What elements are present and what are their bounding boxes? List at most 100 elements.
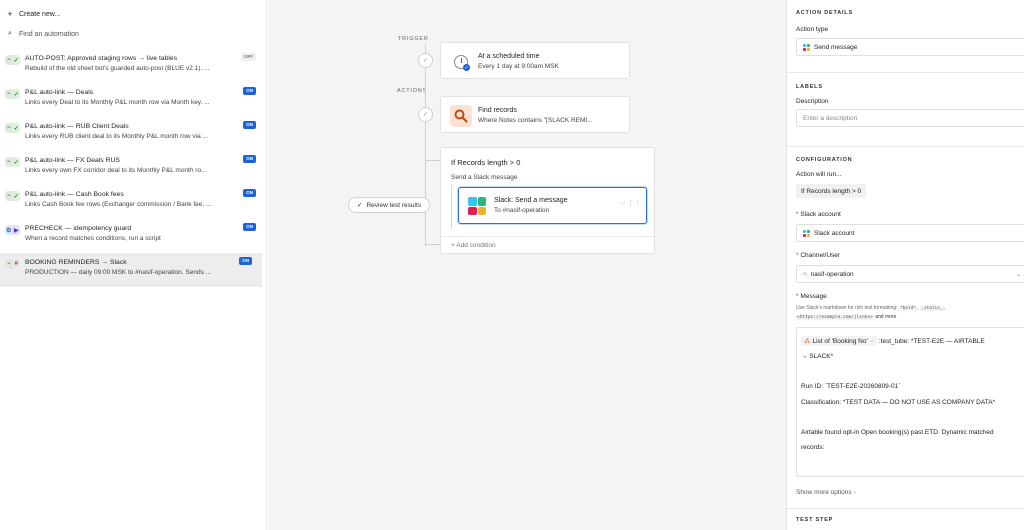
drag-handle-icon[interactable]: ⋮⋮: [627, 199, 641, 207]
find-records-title: Find records: [478, 107, 517, 114]
channel-select[interactable]: ⌂ nasif-operation ⌄: [796, 265, 1024, 283]
action-type-select[interactable]: Send message: [796, 38, 1024, 56]
wrench-icon: ⚙: [5, 225, 13, 235]
message-line: Run ID: `TEST-E2E-20260809-01`: [801, 383, 901, 390]
minus-icon: −: [5, 191, 13, 201]
search-icon: [450, 105, 472, 127]
minus-icon: −: [5, 157, 13, 167]
minus-icon: −: [5, 259, 13, 269]
action-will-run-label: Action will run...: [796, 171, 842, 178]
message-line: Classification: *TEST DATA — DO NOT USE …: [801, 399, 996, 406]
message-editor[interactable]: ⁂ List of 'Booking No' ⌄ :test_tube: *TE…: [796, 327, 1024, 477]
plus-icon: +: [7, 9, 13, 19]
automation-item[interactable]: − ✓ P&L auto-link — Deals Links every De…: [0, 83, 266, 117]
automation-icons: − #: [5, 259, 20, 269]
find-records-card[interactable]: Find records Where Notes contains "[SLAC…: [440, 96, 630, 133]
create-new-label: Create new...: [19, 10, 61, 18]
condition-branch-line: [451, 185, 452, 229]
check-badge-icon: ✓: [463, 64, 470, 71]
slack-icon: [803, 229, 810, 237]
automation-title: P&L auto-link — FX Deals RUS: [25, 157, 120, 164]
check-icon: ✓: [12, 89, 20, 99]
channel-label: * Channel/User: [796, 252, 841, 259]
clock-icon: ✓: [450, 51, 472, 73]
check-icon: ✓: [12, 191, 20, 201]
find-records-subtitle: Where Notes contains "[SLACK REMI...: [478, 117, 593, 124]
automation-title: PRECHECK — idempotency guard: [25, 225, 132, 232]
minus-icon: −: [5, 55, 13, 65]
divider: [787, 146, 1024, 147]
automation-subtitle: PRODUCTION — daily 09:00 MSK to #nasif-o…: [25, 269, 212, 276]
flow-connector-branch: [425, 160, 440, 161]
message-line: Airtable found opt-in Open booking(s) pa…: [801, 429, 994, 436]
check-icon: ✓: [12, 123, 20, 133]
check-icon: ✓: [12, 55, 20, 65]
automation-subtitle: Links every RUB client deal to its Month…: [25, 133, 208, 140]
run-condition-chip[interactable]: If Records length > 0: [796, 184, 867, 198]
test-step-heading: TEST STEP: [796, 517, 834, 523]
slack-account-value: Slack account: [814, 229, 855, 237]
field-token[interactable]: ⁂ List of 'Booking No' ⌄: [801, 336, 877, 346]
automation-icons: − ✓: [5, 123, 20, 133]
automation-item[interactable]: − ✓ P&L auto-link — FX Deals RUS Links e…: [0, 151, 266, 185]
search-input[interactable]: Find an automation: [19, 31, 79, 38]
trigger-title: At a scheduled time: [478, 53, 540, 60]
automation-subtitle: Links Cash Book fee rows (Exchanger comm…: [25, 201, 212, 208]
automation-icons: − ✓: [5, 55, 20, 65]
actions-section-label: ACTIONS: [397, 88, 428, 94]
more-options-icon[interactable]: ···: [619, 200, 626, 207]
message-line: → SLACK*: [801, 353, 834, 360]
automation-subtitle: Links every own FX corridor deal to its …: [25, 167, 207, 174]
action-type-value: Send message: [814, 43, 858, 51]
slack-action-card[interactable]: Slack: Send a message To #nasif-operatio…: [458, 187, 647, 224]
create-new-button[interactable]: + Create new...: [0, 4, 266, 24]
slack-icon: #: [12, 259, 20, 269]
message-line: records:: [801, 444, 825, 451]
chevron-down-icon: ⌄: [869, 338, 874, 344]
automation-title: P&L auto-link — RUB Client Deals: [25, 123, 129, 130]
automation-item[interactable]: ⚙ ▶ PRECHECK — idempotency guard When a …: [0, 219, 266, 253]
trigger-subtitle: Every 1 day at 9:00am MSK: [478, 63, 559, 70]
review-test-results-button[interactable]: ✓ Review test results: [348, 197, 430, 213]
message-label: * Message: [796, 293, 827, 300]
automation-item[interactable]: − ✓ P&L auto-link — Cash Book fees Links…: [0, 185, 266, 219]
condition-title: If Records length > 0: [451, 158, 521, 167]
automation-icons: ⚙ ▶: [5, 225, 20, 235]
automations-sidebar: + Create new... ⌕ Find an automation − ✓…: [0, 0, 267, 530]
automation-title: P&L auto-link — Deals: [25, 89, 94, 96]
trigger-section-label: TRIGGER: [398, 36, 429, 42]
search-icon: ⌕: [8, 30, 12, 37]
automation-item[interactable]: − ✓ P&L auto-link — RUB Client Deals Lin…: [0, 117, 266, 151]
slack-icon: [803, 43, 810, 51]
slack-action-subtitle: To #nasif-operation: [494, 207, 550, 214]
slack-action-title: Slack: Send a message: [494, 197, 568, 204]
status-badge: ON: [239, 257, 252, 265]
description-input[interactable]: Enter a description: [796, 109, 1024, 127]
automation-title: AUTO-POST: Approved staging rows → live …: [25, 55, 178, 62]
action-type-label: Action type: [796, 26, 829, 33]
show-more-options-link[interactable]: Show more options ›: [796, 489, 856, 496]
minus-icon: −: [5, 89, 13, 99]
flow-connector-branch: [425, 244, 440, 245]
action-check-icon: ✓: [418, 107, 433, 122]
condition-group[interactable]: If Records length > 0 Send a Slack messa…: [440, 147, 655, 254]
status-badge: ON: [243, 223, 256, 231]
markdown-hint: Use Slack's markdown for rich text forma…: [796, 305, 946, 320]
automation-icons: − ✓: [5, 89, 20, 99]
automation-icons: − ✓: [5, 157, 20, 167]
automation-search[interactable]: ⌕ Find an automation: [0, 24, 266, 44]
slack-account-select[interactable]: Slack account: [796, 224, 1024, 242]
status-badge: ON: [243, 87, 256, 95]
status-badge: OFF: [241, 53, 256, 61]
check-icon: ✓: [12, 157, 20, 167]
slack-account-label: * Slack account: [796, 211, 841, 218]
automation-subtitle: Links every Deal to its Monthly P&L mont…: [25, 99, 210, 106]
automation-item[interactable]: − ✓ AUTO-POST: Approved staging rows → l…: [0, 49, 266, 83]
review-test-results-label: Review test results: [366, 201, 421, 209]
add-condition-button[interactable]: + Add condition: [441, 236, 654, 254]
trigger-card[interactable]: ✓ At a scheduled time Every 1 day at 9:0…: [440, 42, 630, 79]
slack-icon: [468, 197, 486, 215]
chevron-right-icon: ›: [853, 489, 856, 496]
action-details-panel: ACTION DETAILS Action type Send message …: [786, 0, 1024, 530]
automation-item-selected[interactable]: − # BOOKING REMINDERS → Slack PRODUCTION…: [0, 253, 262, 287]
